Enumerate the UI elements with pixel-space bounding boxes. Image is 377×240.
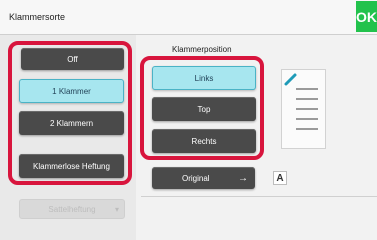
original-button-label: Original [182, 173, 210, 183]
staple-type-highlight-frame [8, 41, 132, 185]
dialog-header: Klammersorte OK [0, 0, 377, 35]
staple-position-highlight-frame [140, 56, 264, 160]
panel-divider [141, 196, 377, 197]
orientation-a-icon: A [273, 171, 287, 185]
saddle-stitch-label: Sattelheftung [48, 204, 96, 214]
original-button[interactable]: Original → [152, 167, 255, 189]
page-preview-icon [284, 73, 318, 130]
staple-position-label: Klammerposition [172, 45, 232, 54]
saddle-stitch-button: Sattelheftung ▾ [19, 199, 125, 219]
dialog-title: Klammersorte [9, 12, 66, 22]
staple-preview [281, 69, 326, 149]
ok-button[interactable]: OK [356, 1, 377, 32]
arrow-right-icon: → [238, 172, 248, 184]
chevron-down-icon: ▾ [114, 204, 119, 214]
